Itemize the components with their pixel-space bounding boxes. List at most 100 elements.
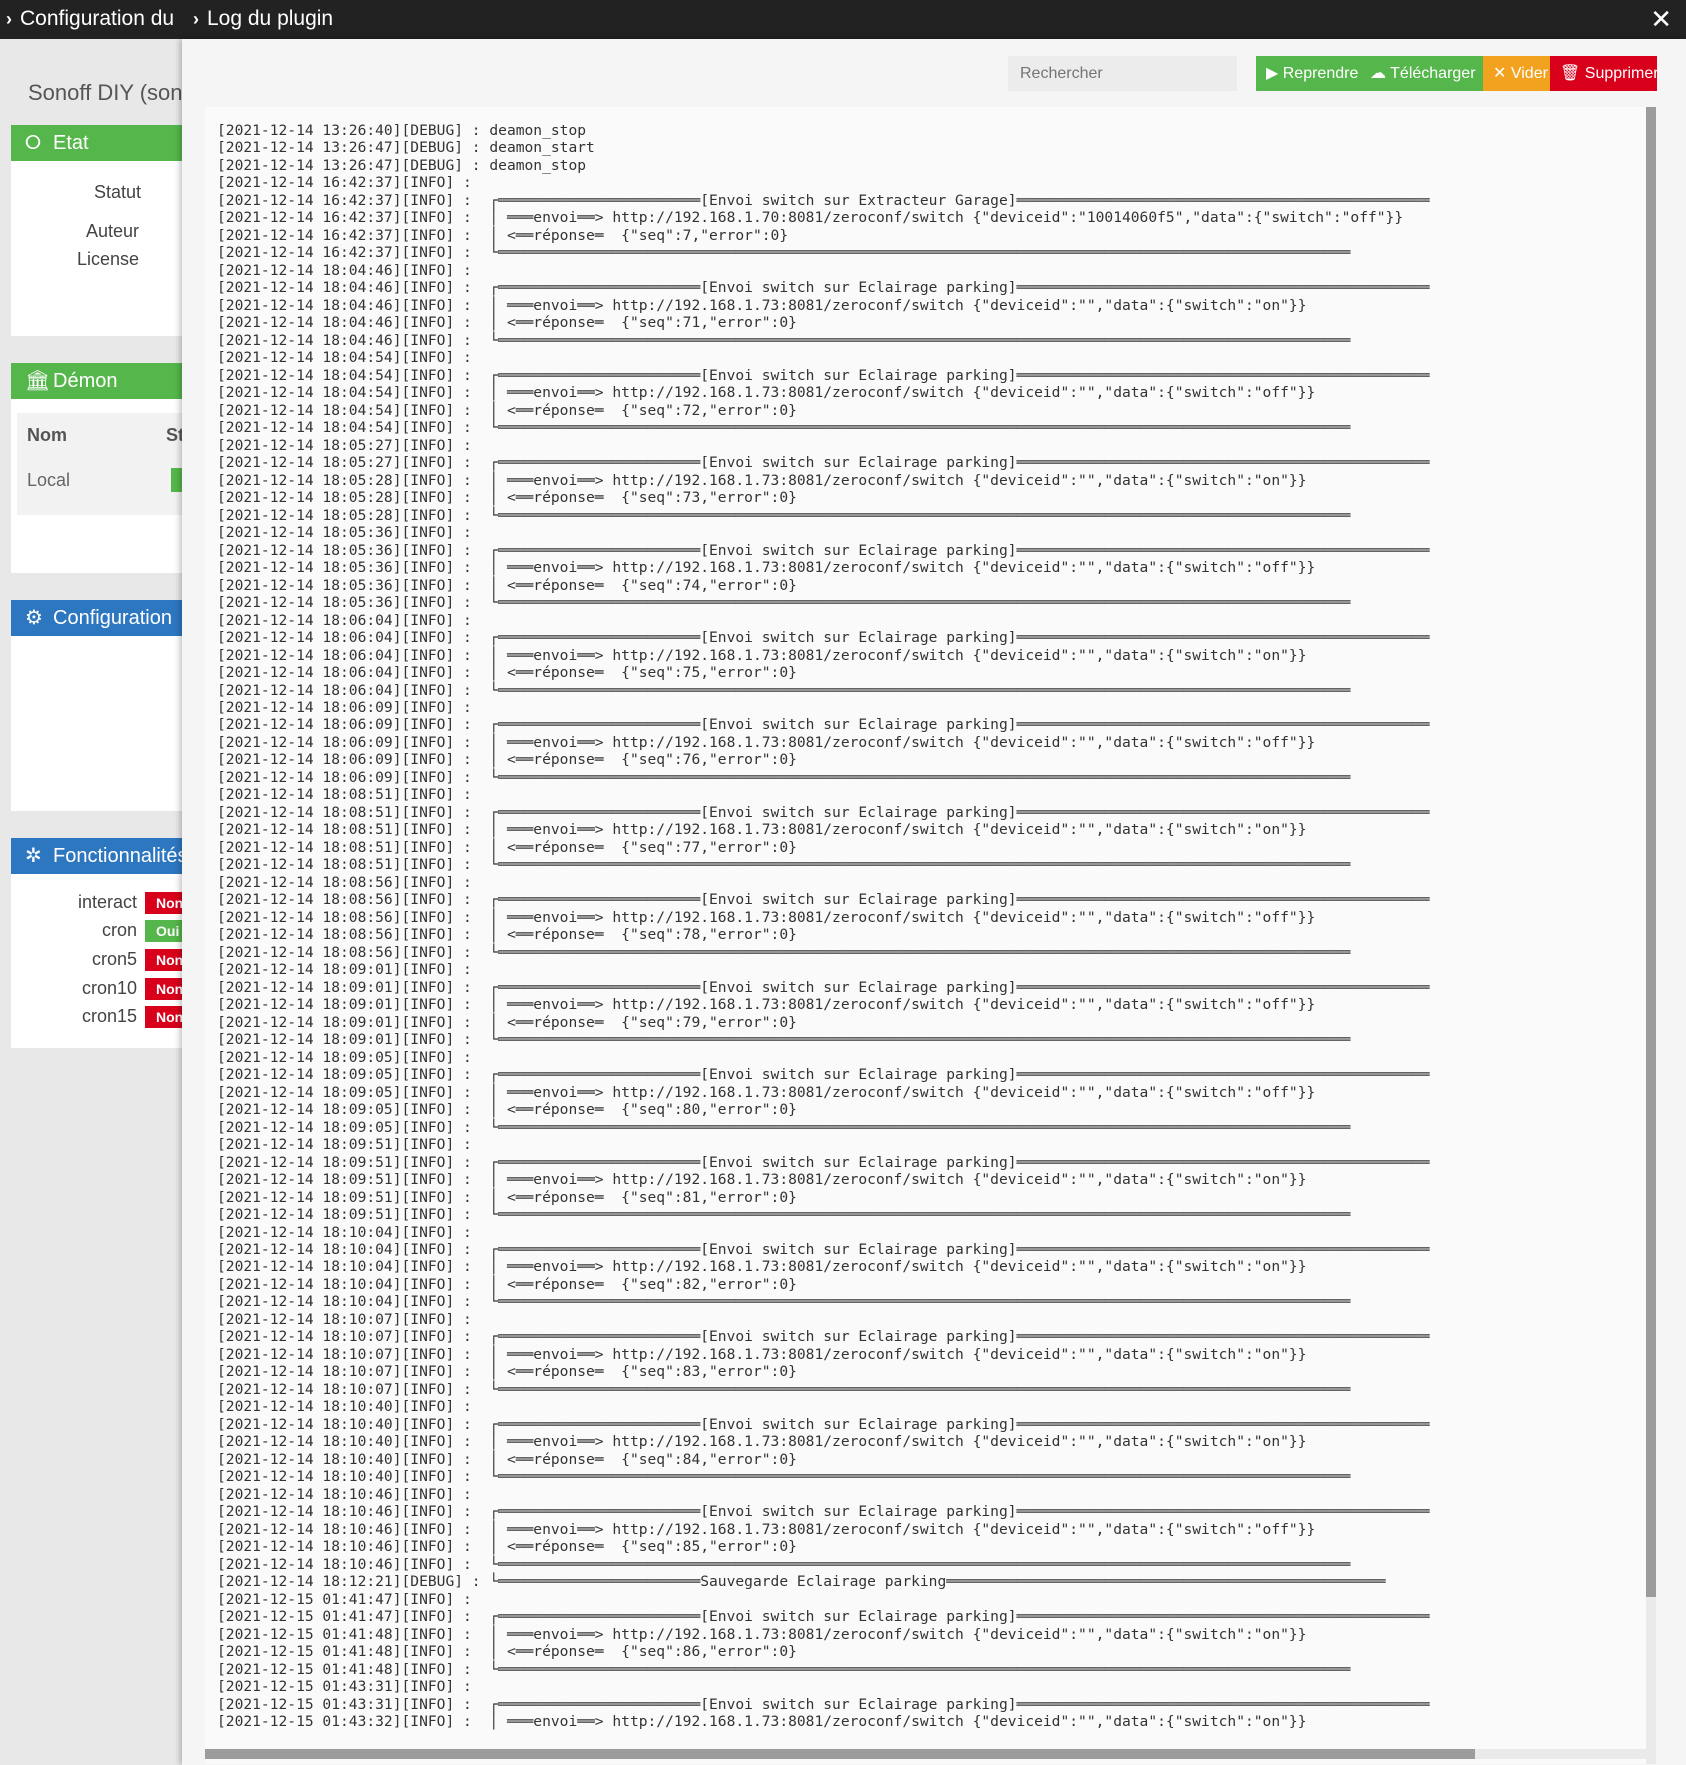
log-line: [2021-12-14 18:10:46][INFO] : │ <══répon… [217, 1538, 797, 1556]
log-line: [2021-12-14 18:10:04][INFO] : ┌═════════… [217, 1241, 1430, 1258]
log-line: [2021-12-14 18:05:27][INFO] : [217, 436, 472, 454]
vertical-scroll-thumb[interactable] [1646, 107, 1656, 1597]
delete-button[interactable]: 🗑 Supprimer [1550, 56, 1659, 91]
log-line: [2021-12-14 18:05:36][INFO] : │ <══répon… [217, 576, 797, 594]
log-line: [2021-12-14 18:10:04][INFO] : │ <══répon… [217, 1275, 797, 1293]
col-nom: Nom [27, 425, 67, 445]
log-viewer[interactable]: [2021-12-14 13:26:40][DEBUG] : deamon_st… [205, 107, 1656, 1764]
log-line: [2021-12-14 18:06:04][INFO] : [217, 611, 472, 629]
feature-toggle-cron[interactable]: Oui [145, 920, 182, 942]
gears-icon: ⚙ [25, 607, 43, 629]
breadcrumb-configuration[interactable]: › Configuration du [6, 6, 174, 32]
log-line: [2021-12-14 16:42:37][INFO] : [217, 174, 472, 192]
log-line: [2021-12-14 18:09:05][INFO] : ┌═════════… [217, 1066, 1430, 1084]
statut-label: Statut [93, 182, 141, 202]
clear-button[interactable]: ✕ Vider [1483, 56, 1550, 91]
feature-label-cron15: cron15 [81, 1006, 137, 1026]
download-button[interactable]: ☁ Télécharger [1360, 56, 1483, 91]
chevron-right-icon: › [6, 9, 12, 29]
feature-label-interact: interact [77, 892, 137, 912]
col-statut: Statut [166, 425, 182, 445]
log-line: [2021-12-14 18:10:46][INFO] : [217, 1485, 472, 1503]
log-line: [2021-12-14 18:10:04][INFO] : │ ═══envoi… [217, 1258, 1307, 1276]
log-line: [2021-12-14 18:05:27][INFO] : ┌═════════… [217, 454, 1430, 472]
etat-card: ⭘ Etat Statut Auteur License [11, 125, 182, 336]
fonctionnalites-card: ✲ Fonctionnalités interact Non cron Oui c… [11, 838, 182, 1048]
log-line: [2021-12-14 18:09:01][INFO] : │ ═══envoi… [217, 996, 1316, 1014]
bank-icon: 🏛 [25, 370, 51, 392]
vertical-scrollbar[interactable] [1646, 107, 1656, 1764]
demon-row-nom: Local [27, 470, 71, 490]
log-line: [2021-12-14 18:10:07][INFO] : [217, 1310, 472, 1328]
log-line: [2021-12-14 18:08:51][INFO] : [217, 786, 472, 804]
cloud-download-icon: ☁ [1370, 65, 1391, 82]
feature-toggle-cron10[interactable]: Non [145, 978, 182, 1000]
log-line: [2021-12-14 18:04:46][INFO] : └═════════… [217, 331, 1351, 349]
log-line: [2021-12-14 18:10:40][INFO] : [217, 1398, 472, 1416]
log-line: [2021-12-14 18:08:56][INFO] : │ ═══envoi… [217, 908, 1316, 926]
log-line: [2021-12-14 18:06:04][INFO] : └═════════… [217, 681, 1351, 699]
horizontal-scrollbar[interactable] [205, 1749, 1656, 1759]
demon-status-badge [171, 468, 182, 492]
log-line: [2021-12-14 18:10:04][INFO] : └═════════… [217, 1293, 1351, 1311]
log-line: [2021-12-14 18:10:40][INFO] : │ ═══envoi… [217, 1433, 1307, 1451]
log-line: [2021-12-14 18:04:54][INFO] : │ <══répon… [217, 401, 797, 419]
log-line: [2021-12-14 18:06:04][INFO] : ┌═════════… [217, 629, 1430, 647]
log-text: [2021-12-14 13:26:40][DEBUG] : deamon_st… [205, 107, 1656, 1731]
plugin-config-background: Sonoff DIY (sonoffdiy) ⭘ Etat Statut Aute… [0, 39, 182, 1765]
log-line: [2021-12-14 18:04:46][INFO] : │ <══répon… [217, 314, 797, 332]
feature-label-cron: cron [101, 920, 137, 940]
plugin-title: Sonoff DIY (sonoffdiy) [28, 80, 182, 105]
log-line: [2021-12-14 18:09:51][INFO] : │ <══répon… [217, 1188, 797, 1206]
log-line: [2021-12-14 18:04:54][INFO] : [217, 349, 472, 367]
log-line: [2021-12-14 18:12:21][DEBUG] : └════════… [217, 1573, 1386, 1591]
log-line: [2021-12-15 01:43:32][INFO] : │ ═══envoi… [217, 1713, 1307, 1731]
log-line: [2021-12-14 18:09:51][INFO] : └═════════… [217, 1206, 1351, 1224]
breadcrumb-log[interactable]: › Log du plugin [193, 6, 333, 32]
breadcrumb-configuration-label: Configuration du [20, 7, 175, 30]
delete-label: Supprimer [1584, 65, 1659, 82]
log-line: [2021-12-14 18:05:28][INFO] : │ <══répon… [217, 489, 797, 507]
feature-toggle-cron5[interactable]: Non [145, 949, 182, 971]
feature-toggle-interact[interactable]: Non [145, 892, 182, 914]
configuration-card-header: ⚙ Configuration [11, 600, 182, 636]
modal-title-bar: › Configuration du › Log du plugin ✕ [0, 0, 1686, 39]
power-icon: ⭘ [25, 132, 41, 154]
log-line: [2021-12-14 18:05:36][INFO] : [217, 524, 472, 542]
configuration-card: ⚙ Configuration [11, 600, 182, 811]
feature-toggle-cron15[interactable]: Non [145, 1006, 182, 1028]
log-line: [2021-12-14 18:06:09][INFO] : │ <══répon… [217, 751, 797, 769]
feature-label-cron5: cron5 [91, 949, 137, 969]
resume-button[interactable]: ▶ Reprendre [1256, 56, 1360, 91]
log-line: [2021-12-14 18:04:54][INFO] : └═════════… [217, 419, 1351, 437]
etat-card-header: ⭘ Etat [11, 125, 182, 161]
times-icon: ✕ [1493, 65, 1511, 82]
close-icon[interactable]: ✕ [1650, 4, 1672, 34]
log-line: [2021-12-14 18:09:05][INFO] : │ <══répon… [217, 1101, 797, 1119]
fonctionnalites-card-header: ✲ Fonctionnalités [11, 838, 182, 874]
etat-title: Etat [53, 132, 89, 154]
log-line: [2021-12-14 18:09:01][INFO] : [217, 961, 472, 979]
auteur-label: Auteur [85, 221, 139, 241]
log-line: [2021-12-14 18:09:01][INFO] : ┌═════════… [217, 978, 1430, 996]
license-label: License [76, 249, 139, 269]
log-line: [2021-12-15 01:41:48][INFO] : │ <══répon… [217, 1643, 797, 1661]
log-line: [2021-12-15 01:41:47][INFO] : [217, 1590, 472, 1608]
log-line: [2021-12-14 18:06:04][INFO] : │ <══répon… [217, 664, 797, 682]
download-label: Télécharger [1390, 65, 1476, 82]
log-line: [2021-12-14 18:09:51][INFO] : [217, 1136, 472, 1154]
horizontal-scroll-thumb[interactable] [205, 1749, 1475, 1759]
log-line: [2021-12-14 18:10:07][INFO] : │ <══répon… [217, 1363, 797, 1381]
log-line: [2021-12-14 18:08:56][INFO] : ┌═════════… [217, 891, 1430, 909]
puzzle-icon: ✲ [25, 845, 42, 867]
log-line: [2021-12-14 16:42:37][INFO] : ┌═════════… [217, 191, 1430, 209]
demon-card-header: 🏛 Démon [11, 363, 182, 399]
search-input[interactable] [1008, 56, 1237, 91]
log-line: [2021-12-14 18:04:46][INFO] : │ ═══envoi… [217, 296, 1307, 314]
log-modal: ▶ Reprendre ☁ Télécharger ✕ Vider 🗑 Supp… [182, 39, 1686, 1765]
log-line: [2021-12-14 18:08:51][INFO] : └═════════… [217, 856, 1351, 874]
log-line: [2021-12-15 01:41:48][INFO] : └═════════… [217, 1660, 1351, 1678]
log-line: [2021-12-14 18:06:09][INFO] : └═════════… [217, 768, 1351, 786]
log-line: [2021-12-14 18:05:36][INFO] : │ ═══envoi… [217, 559, 1316, 577]
play-icon: ▶ [1266, 65, 1283, 82]
